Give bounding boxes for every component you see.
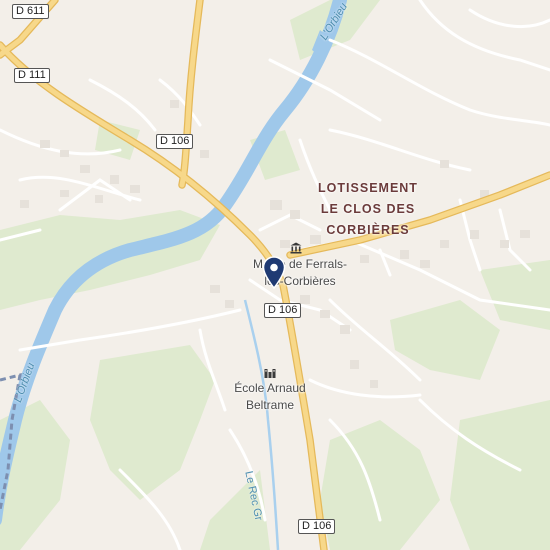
school-label[interactable]: École Arnaud Beltrame [220,380,320,414]
town-hall-label[interactable]: Mairie de Ferrals- les-Corbières [240,256,360,290]
district-label-line-1: LOTISSEMENT [318,181,418,195]
district-label: LOTISSEMENT LE CLOS DES CORBIÈRES [310,178,426,241]
school-label-line-2: Beltrame [245,398,295,412]
school-label-line-1: École Arnaud [234,381,306,395]
road-shield-d106-center: D 106 [264,303,302,318]
road-shield-d106-north: D 106 [156,134,194,149]
road-shield-d111: D 111 [14,68,50,83]
town-hall-label-line-2: les-Corbières [264,274,336,288]
district-label-line-2: LE CLOS DES [320,202,416,216]
map-pin-icon[interactable] [262,256,286,295]
road-shield-d106-south: D 106 [298,519,336,534]
district-label-line-3: CORBIÈRES [326,223,410,237]
map-view[interactable]: D 611 D 111 D 106 D 106 D 106 L'Orbieu L… [0,0,550,550]
road-shield-d611: D 611 [12,4,49,19]
town-hall-label-line-1: Mairie de Ferrals- [252,257,348,271]
